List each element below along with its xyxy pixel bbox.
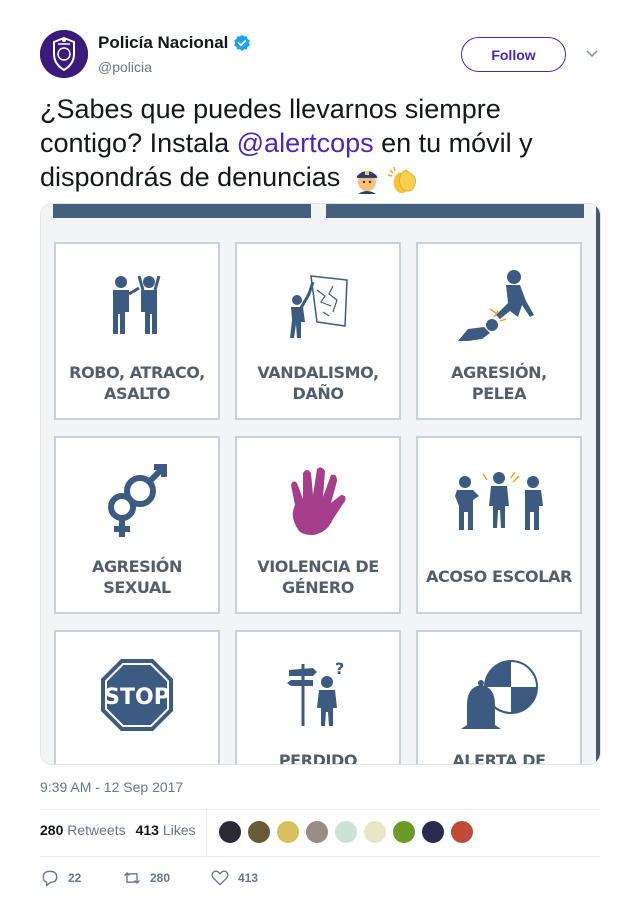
reply-action[interactable]: 22 (40, 868, 122, 888)
tile-vandalism: VANDALISMO, DAÑO (235, 242, 401, 420)
tile-label: VANDALISMO, DAÑO (257, 363, 379, 403)
likes-stat[interactable]: 413 Likes (136, 822, 196, 838)
clapping-hands-emoji (386, 164, 416, 194)
tile-fight: AGRESIÓN, PELEA (416, 242, 582, 420)
liker-avatar[interactable] (363, 820, 387, 844)
divider-bottom (40, 856, 600, 857)
liker-avatar[interactable] (218, 820, 242, 844)
mention-link[interactable]: @alertcops (237, 128, 374, 158)
verified-badge-icon (234, 34, 251, 52)
tile-gender-violence: VIOLENCIA DE GÉNERO (235, 436, 401, 614)
retweet-count: 280 (150, 871, 171, 885)
heart-icon (211, 870, 229, 886)
tweet-header: Policía Nacional @policia Follow (40, 30, 600, 80)
stop-sign-text: STOP (104, 685, 170, 710)
tile-label: PERDIDO (278, 751, 358, 765)
liker-avatar[interactable] (421, 820, 445, 844)
lost-person-icon: ? (237, 650, 399, 740)
tile-label: AGRESIÓN SEXUAL (91, 557, 183, 597)
liker-avatar[interactable] (305, 820, 329, 844)
retweets-stat[interactable]: 280 Retweets (40, 822, 126, 838)
chevron-down-icon[interactable] (585, 46, 599, 60)
media-edge-shadow (596, 204, 600, 764)
likes-count: 413 (135, 822, 159, 838)
retweet-icon (124, 872, 140, 884)
police-officer-emoji (352, 164, 382, 194)
bell-alert-icon (418, 650, 580, 740)
tile-bullying: ACOSO ESCOLAR (416, 436, 582, 614)
gender-symbols-icon (56, 456, 218, 546)
likes-label: Likes (162, 822, 196, 838)
author-name-row: Policía Nacional (98, 33, 251, 53)
tile-robbery: ROBO, ATRACO, ASALTO (54, 242, 220, 420)
liker-avatar[interactable] (276, 820, 300, 844)
tile-label: AGRESIÓN, PELEA (451, 363, 547, 403)
tile-lost: ? PERDIDO (235, 630, 401, 765)
like-count: 413 (238, 871, 259, 885)
media-top-bar-right (326, 204, 584, 218)
author-handle[interactable]: @policia (98, 59, 152, 75)
liker-avatars (218, 820, 474, 844)
tile-label: ALERTA DE (452, 751, 546, 765)
robbery-icon (56, 262, 218, 352)
police-badge-icon (40, 30, 88, 78)
reply-count: 22 (68, 871, 82, 885)
author-avatar[interactable] (40, 30, 88, 78)
follow-button[interactable]: Follow (461, 37, 566, 72)
author-display-name[interactable]: Policía Nacional (98, 33, 228, 53)
stats-divider (206, 810, 207, 856)
liker-avatar[interactable] (450, 820, 474, 844)
tweet-actions: 22 280 413 (40, 868, 258, 888)
liker-avatar[interactable] (334, 820, 358, 844)
retweets-label: Retweets (67, 822, 126, 838)
vandalism-icon (237, 262, 399, 352)
tweet-text: ¿Sabes que puedes llevarnos siempre cont… (40, 92, 600, 194)
divider-top (40, 809, 600, 810)
retweet-action[interactable]: 280 (122, 868, 210, 888)
tweet-stats: 280 Retweets 413 Likes (40, 822, 196, 838)
svg-text:?: ? (335, 660, 344, 678)
like-action[interactable]: 413 (210, 868, 258, 888)
tile-label: VIOLENCIA DE GÉNERO (257, 557, 379, 597)
tweet-timestamp[interactable]: 9:39 AM - 12 Sep 2017 (40, 779, 183, 795)
stop-sign-icon: STOP (56, 650, 218, 740)
handprint-icon (237, 456, 399, 546)
tile-label: ACOSO ESCOLAR (426, 567, 572, 586)
tile-alert: ALERTA DE (416, 630, 582, 765)
fight-icon (418, 262, 580, 352)
bullying-icon (418, 456, 580, 546)
tile-stop: STOP (54, 630, 220, 764)
media-top-bar-left (53, 204, 311, 218)
liker-avatar[interactable] (247, 820, 271, 844)
tweet-media-image[interactable]: ROBO, ATRACO, ASALTO VANDALISMO, DAÑO AG… (40, 203, 601, 765)
tile-sexual-aggression: AGRESIÓN SEXUAL (54, 436, 220, 614)
tile-label: ROBO, ATRACO, ASALTO (69, 363, 205, 403)
reply-icon (42, 870, 58, 887)
liker-avatar[interactable] (392, 820, 416, 844)
retweets-count: 280 (40, 822, 64, 838)
